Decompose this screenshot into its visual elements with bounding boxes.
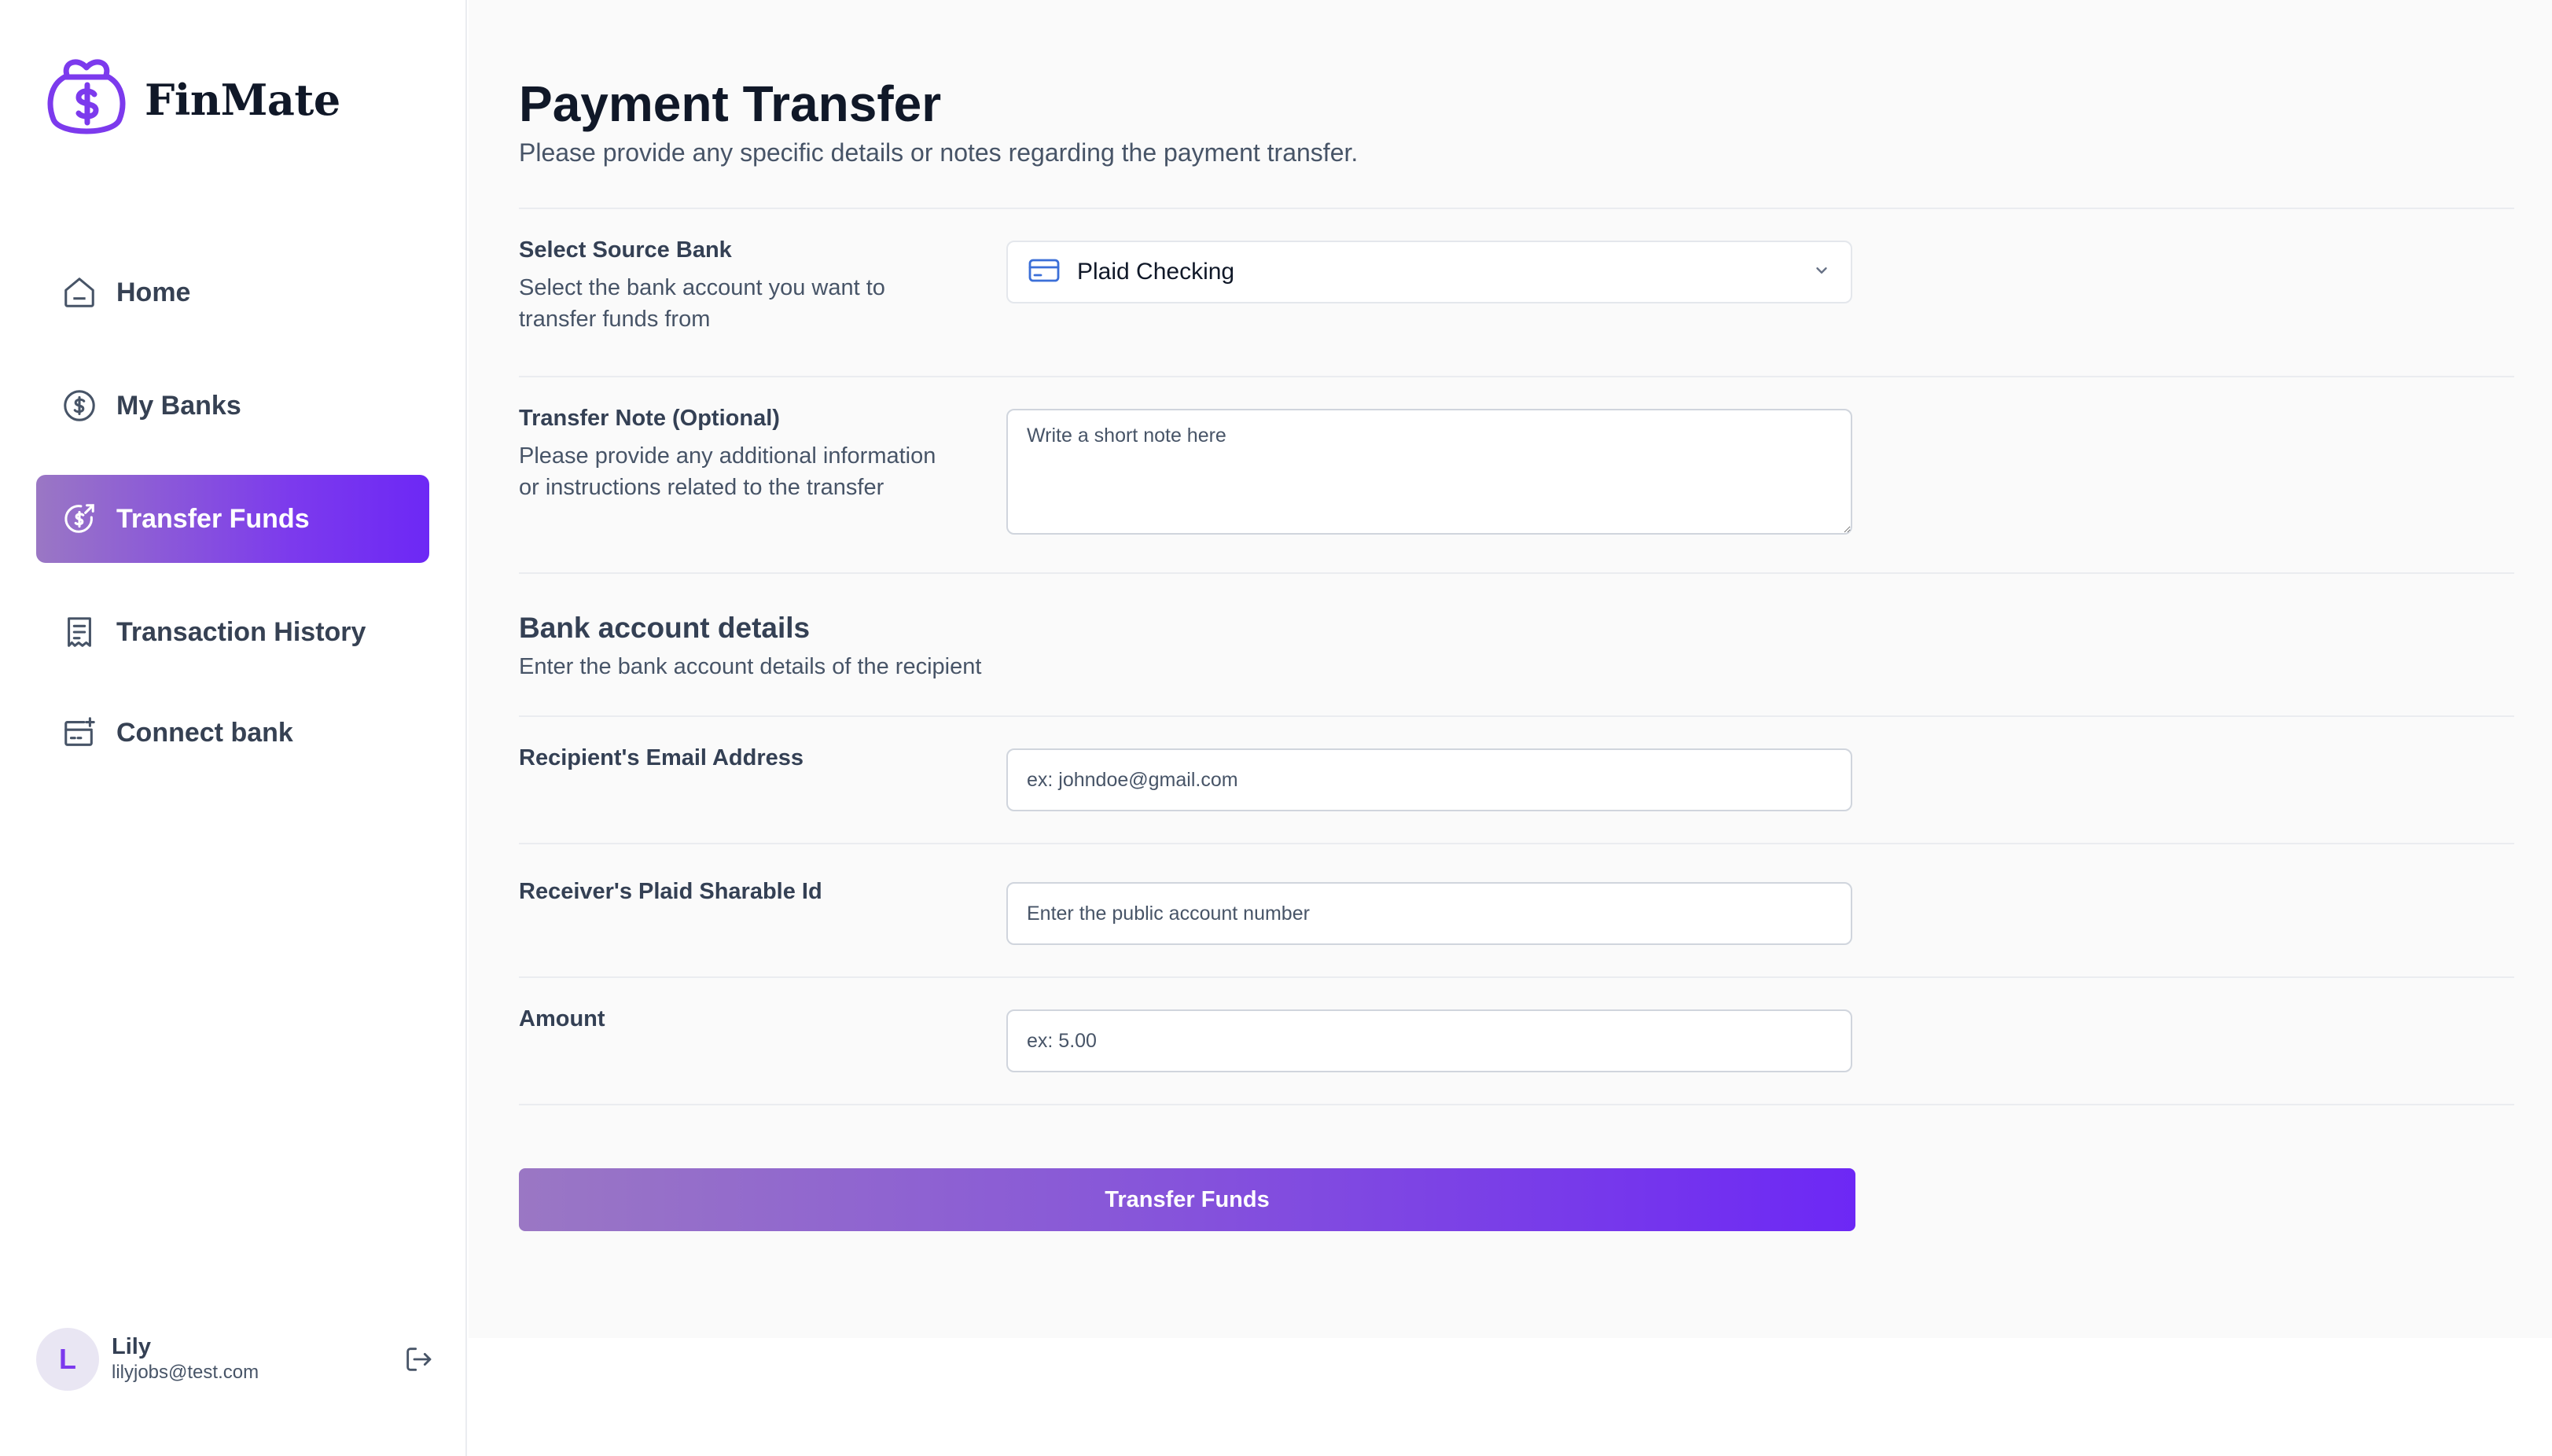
transfer-funds-button[interactable]: Transfer Funds bbox=[519, 1168, 1855, 1231]
sidebar-item-home[interactable]: Home bbox=[36, 248, 429, 336]
divider bbox=[519, 572, 2514, 574]
user-email: lilyjobs@test.com bbox=[112, 1362, 259, 1383]
card-add-icon bbox=[60, 713, 99, 752]
transfer-note-textarea[interactable] bbox=[1006, 409, 1852, 535]
app-root: FinMate Home My Banks Transfer Funds Tra bbox=[0, 0, 2552, 1456]
divider bbox=[519, 843, 2514, 844]
recipient-email-label: Recipient's Email Address bbox=[519, 745, 804, 770]
page-title: Payment Transfer bbox=[519, 75, 942, 132]
app-name: FinMate bbox=[145, 74, 340, 125]
sidebar-item-label: Connect bank bbox=[116, 717, 293, 748]
wallet-dollar-icon bbox=[44, 53, 129, 145]
bank-details-subtitle: Enter the bank account details of the re… bbox=[519, 654, 982, 679]
sharable-id-label: Receiver's Plaid Sharable Id bbox=[519, 879, 822, 904]
dollar-circle-icon bbox=[60, 386, 99, 425]
receipt-icon bbox=[60, 612, 99, 652]
bank-details-title: Bank account details bbox=[519, 612, 811, 644]
user-info: Lily lilyjobs@test.com bbox=[112, 1333, 399, 1385]
sidebar-item-label: Transaction History bbox=[116, 616, 366, 647]
user-name: Lily bbox=[112, 1334, 151, 1359]
divider bbox=[519, 376, 2514, 377]
page-subtitle: Please provide any specific details or n… bbox=[519, 138, 1359, 167]
sidebar-item-my-banks[interactable]: My Banks bbox=[36, 362, 429, 450]
source-bank-select[interactable]: Plaid Checking bbox=[1006, 241, 1852, 303]
sidebar-item-label: My Banks bbox=[116, 390, 241, 421]
sidebar: FinMate Home My Banks Transfer Funds Tra bbox=[0, 0, 467, 1456]
logout-icon[interactable] bbox=[399, 1340, 437, 1378]
transfer-note-description: Please provide any additional informatio… bbox=[519, 443, 936, 500]
sidebar-item-transaction-history[interactable]: Transaction History bbox=[36, 588, 429, 676]
sidebar-item-label: Home bbox=[116, 277, 191, 307]
main-content: Payment Transfer Please provide any spec… bbox=[469, 0, 2552, 1338]
divider bbox=[519, 976, 2514, 978]
chevron-down-icon bbox=[1813, 262, 1830, 283]
amount-label: Amount bbox=[519, 1006, 605, 1031]
avatar[interactable]: L bbox=[36, 1328, 99, 1391]
credit-card-icon bbox=[1028, 258, 1060, 287]
divider bbox=[519, 208, 2514, 209]
home-icon bbox=[60, 273, 99, 312]
transfer-dollar-icon bbox=[60, 499, 99, 539]
sidebar-item-label: Transfer Funds bbox=[116, 503, 310, 534]
amount-input[interactable] bbox=[1006, 1009, 1852, 1072]
user-footer: L Lily lilyjobs@test.com bbox=[36, 1327, 437, 1392]
source-bank-value: Plaid Checking bbox=[1077, 259, 1235, 285]
divider bbox=[519, 715, 2514, 717]
divider bbox=[519, 1104, 2514, 1105]
recipient-email-input[interactable] bbox=[1006, 748, 1852, 811]
source-bank-label: Select Source Bank bbox=[519, 237, 732, 263]
logo[interactable]: FinMate bbox=[44, 53, 340, 145]
sidebar-item-connect-bank[interactable]: Connect bank bbox=[36, 689, 429, 777]
sharable-id-input[interactable] bbox=[1006, 882, 1852, 945]
sidebar-item-transfer-funds[interactable]: Transfer Funds bbox=[36, 475, 429, 563]
source-bank-description: Select the bank account you want to tran… bbox=[519, 275, 885, 332]
transfer-note-label: Transfer Note (Optional) bbox=[519, 406, 780, 431]
